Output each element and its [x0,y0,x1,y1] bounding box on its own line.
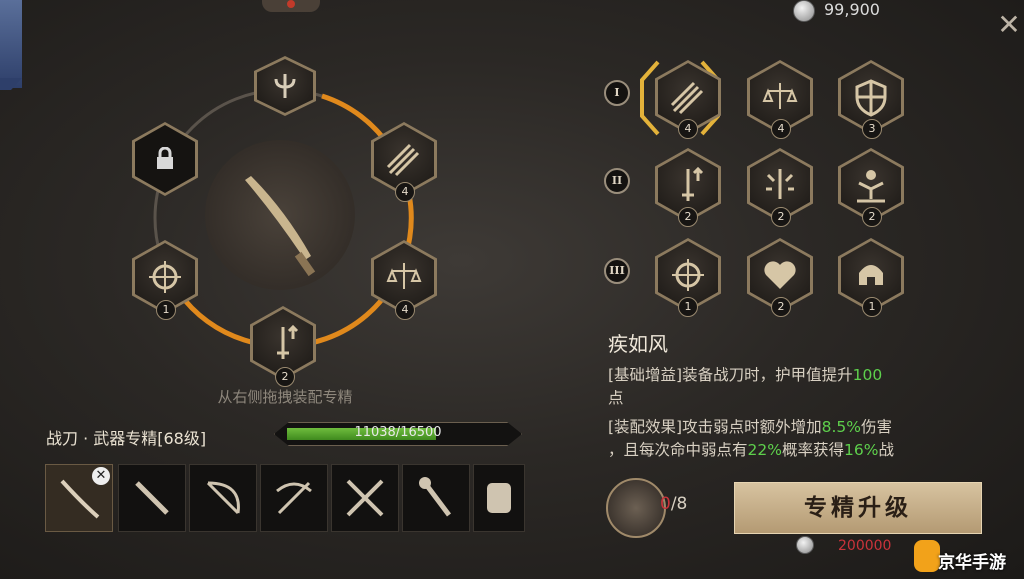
weapon-slot-crossbow[interactable] [260,464,328,532]
scales-icon [762,83,798,109]
bow-icon [206,481,240,515]
skill-3-2-level: 2 [771,297,791,317]
skill-2-1-level: 2 [678,207,698,227]
crosshair-shield-icon [149,261,181,293]
skill-name: 疾如风 [608,332,668,356]
sword-burst-icon [766,169,794,199]
dagger-icon [135,481,169,515]
helmet-icon [859,265,883,285]
drag-hint: 从右侧拖拽装配专精 [217,388,353,406]
equip-mid-2: 概率获得 [781,441,844,459]
weapon-slot-mace[interactable] [402,464,470,532]
ring-node-3-badge: 2 [275,367,295,387]
weapon-slot-sabre[interactable]: ✕ [45,464,113,532]
triple-arrow-icon [670,81,704,115]
lock-icon [157,147,173,169]
watermark-logo-icon [914,540,940,572]
material-count: 0/8 [660,494,687,514]
crosshair-shield-icon [672,259,704,291]
weapon-slot-fist[interactable] [473,464,525,532]
heart-icon [764,261,796,289]
equip-end: 战 [878,441,894,459]
skill-3-3-level: 1 [862,297,882,317]
weapon-slot-dagger[interactable] [118,464,186,532]
hammer-book-icon[interactable] [606,478,666,538]
material-have: 0 [660,494,671,514]
warrior-icon [857,170,885,203]
ring-node-2-badge: 4 [395,300,415,320]
watermark-text: 京华手游 [938,553,1006,573]
torch-mace-icon [419,477,451,517]
xp-text: 11038/16500 [354,425,442,440]
crossbow-icon [276,481,312,515]
equip-effect-text: [装配效果]攻击弱点时额外增加8.5%伤害 ，且每次命中弱点有22%概率获得16%… [608,416,978,464]
equip-effect-prefix: [装配效果]攻击弱点时额外增加 [608,418,822,436]
base-effect-suffix: 点 [608,389,624,407]
equipped-mark-icon: ✕ [92,467,110,485]
crossed-swords-icon [346,479,384,517]
xp-bar: 11038/16500 [274,422,522,446]
sword-up-arrow-icon [277,324,299,359]
trident-emblem-icon [274,74,296,98]
scales-icon [386,263,422,289]
weapon-slot-bow[interactable] [189,464,257,532]
ring-node-1-badge: 4 [395,182,415,202]
weapon-slot-crossed-swords[interactable] [331,464,399,532]
shield-icon [855,79,887,117]
tier-mark-3: III [604,258,630,284]
tier-mark-2: II [604,168,630,194]
skill-1-1-level: 4 [678,119,698,139]
watermark: 京华手游 [914,536,1024,579]
material-need: /8 [670,494,688,514]
skill-1-2-level: 4 [771,119,791,139]
silver-coin-icon [796,536,814,554]
base-effect-value: 100 [852,366,883,384]
specialization-title: 战刀 · 武器专精[68级] [46,429,207,448]
base-effect-prefix: [基础增益]装备战刀时，护甲值提升 [608,366,853,384]
triple-arrow-icon [386,143,420,177]
tier-mark-1: I [604,80,630,106]
equip-value-3: 16% [843,441,879,459]
center-weapon-disc [205,140,355,290]
ring-node-4-badge: 1 [156,300,176,320]
base-effect-text: [基础增益]装备战刀时，护甲值提升100 点 [608,364,978,410]
skill-2-2-level: 2 [771,207,791,227]
equip-value-1: 8.5% [821,418,861,436]
equip-mid-1: 伤害 [861,418,893,436]
upgrade-button[interactable]: 专精升级 [734,482,982,534]
skill-1-3-level: 3 [862,119,882,139]
upgrade-cost: 200000 [838,538,892,554]
skill-2-3-level: 2 [862,207,882,227]
equip-line-2: ，且每次命中弱点有 [608,441,748,459]
skill-3-1-level: 1 [678,297,698,317]
equip-value-2: 22% [747,441,782,459]
fist-icon [487,483,511,513]
sword-up-arrow-icon [682,166,704,201]
sabre-icon [245,176,316,277]
